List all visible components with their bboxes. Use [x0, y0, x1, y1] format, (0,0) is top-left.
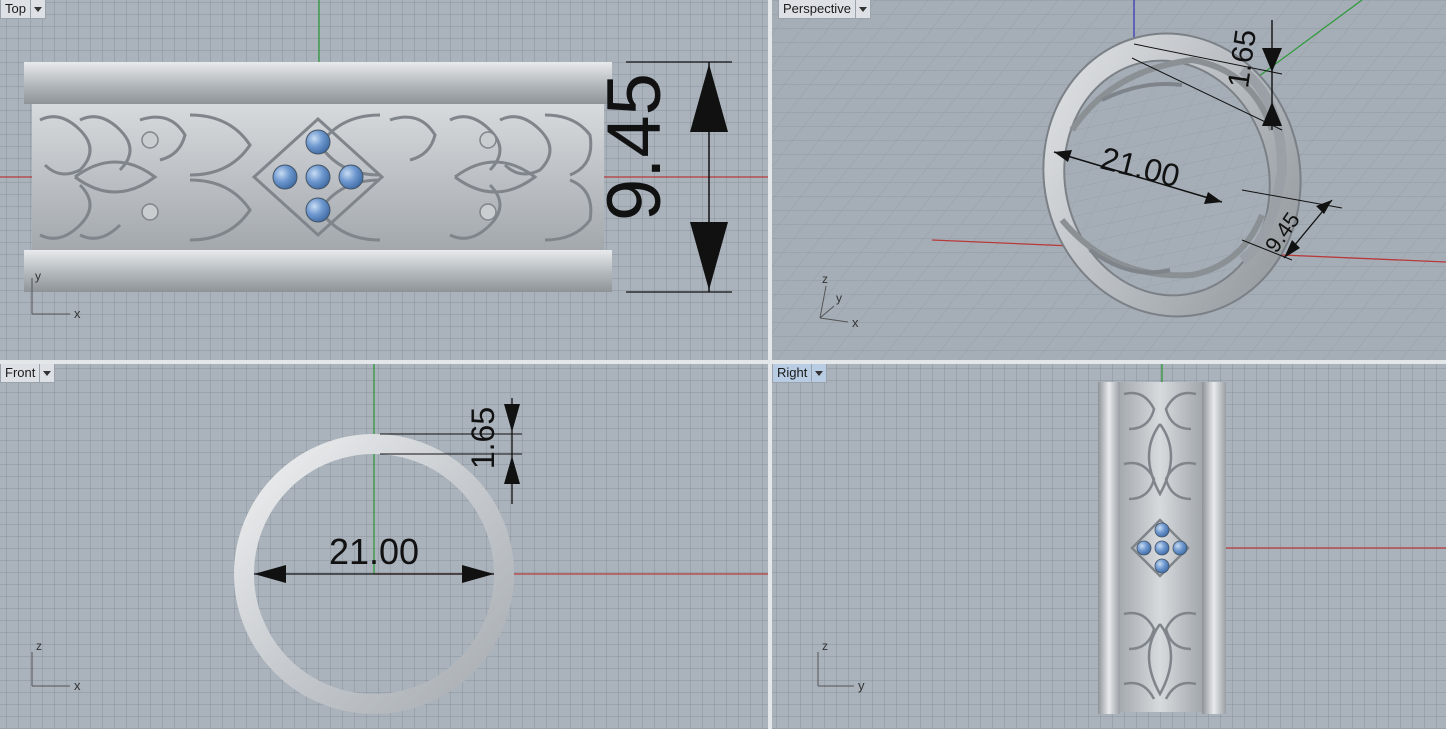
- gem: [1172, 540, 1188, 556]
- gem: [1154, 558, 1170, 574]
- viewport-title[interactable]: Top: [0, 0, 31, 19]
- svg-text:y: y: [858, 678, 865, 693]
- viewport-right-label[interactable]: Right: [772, 364, 828, 383]
- viewport-perspective[interactable]: Perspective 21.00 1.65 9.45 x y z: [772, 0, 1446, 360]
- viewport-top[interactable]: Top 9.45 x y: [0, 0, 768, 360]
- ring-rail-top: [24, 62, 612, 104]
- gem: [305, 164, 331, 190]
- svg-text:x: x: [74, 678, 81, 693]
- rhino-workspace: Top 9.45 x y Perspective 21.00 1.65 9.45…: [0, 0, 1446, 729]
- dimension-diameter-label: 21.00: [329, 531, 419, 572]
- gem: [305, 129, 331, 155]
- bead: [141, 131, 159, 149]
- gem: [305, 197, 331, 223]
- gem: [272, 164, 298, 190]
- viewport-right[interactable]: Right y z: [772, 364, 1446, 729]
- ring-rail-left: [1098, 382, 1120, 714]
- svg-text:z: z: [36, 639, 42, 653]
- svg-text:x: x: [74, 306, 81, 321]
- front-view-canvas: 21.00 1.65 x z: [31, 364, 768, 714]
- chevron-down-icon[interactable]: [40, 364, 56, 383]
- gem: [1154, 540, 1170, 556]
- bead: [141, 203, 159, 221]
- svg-text:z: z: [822, 272, 828, 286]
- chevron-down-icon[interactable]: [30, 0, 46, 19]
- ring-rail-right: [1202, 382, 1226, 714]
- viewport-front-label[interactable]: Front: [0, 364, 56, 383]
- viewport-divider-horizontal[interactable]: [0, 360, 1446, 364]
- chevron-down-icon[interactable]: [855, 0, 871, 19]
- gem: [338, 164, 364, 190]
- gem: [1136, 540, 1152, 556]
- svg-text:x: x: [852, 315, 859, 330]
- dimension-thickness-label: 1.65: [465, 407, 501, 469]
- viewport-front[interactable]: Front 21.00 1.65 x z: [0, 364, 768, 729]
- axis-gizmo: y z: [817, 639, 865, 693]
- axis-gizmo: x z: [31, 639, 81, 693]
- bead: [479, 203, 497, 221]
- top-view-canvas: 9.45 x y: [0, 0, 768, 321]
- viewport-title[interactable]: Perspective: [778, 0, 856, 19]
- right-view-canvas: y z: [817, 364, 1446, 714]
- viewport-top-label[interactable]: Top: [0, 0, 46, 19]
- chevron-down-icon[interactable]: [812, 364, 828, 383]
- svg-text:y: y: [836, 291, 842, 305]
- bead: [479, 131, 497, 149]
- svg-text:z: z: [822, 639, 828, 653]
- perspective-view-canvas: 21.00 1.65 9.45 x y z: [772, 0, 1446, 360]
- dimension-width-label: 9.45: [592, 73, 677, 221]
- svg-text:y: y: [35, 269, 41, 283]
- ring-rail-bottom: [24, 250, 612, 292]
- viewport-title[interactable]: Right: [772, 364, 813, 383]
- gem: [1154, 522, 1170, 538]
- viewport-title[interactable]: Front: [0, 364, 41, 383]
- viewport-perspective-label[interactable]: Perspective: [778, 0, 871, 19]
